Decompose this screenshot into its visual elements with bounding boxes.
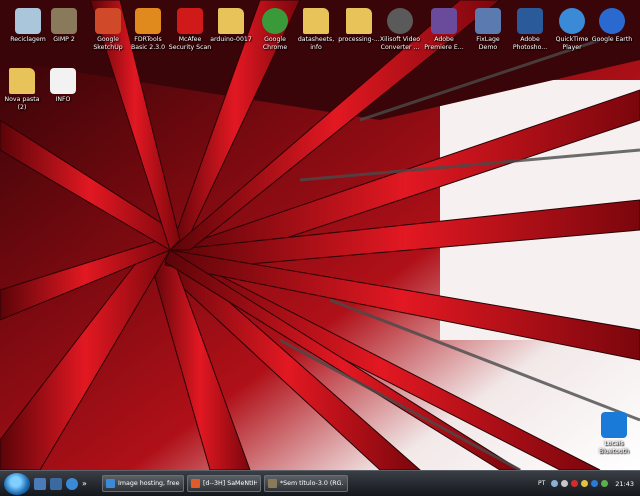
taskbar: » Image hosting, free ... [d--3H] SaMeNt… <box>0 470 640 496</box>
desktop-icon-label: Google Earth <box>591 36 633 43</box>
quicktime-icon <box>559 8 585 34</box>
desktop-icon-label: FDRTools Basic 2.3.0 <box>130 36 166 51</box>
fdrtools-icon <box>135 8 161 34</box>
desktop-wallpaper <box>0 0 640 470</box>
gimp-icon <box>268 479 277 488</box>
taskbar-button-browser[interactable]: Image hosting, free ... <box>102 475 184 492</box>
desktop-icon-label: INFO <box>55 96 71 103</box>
desktop-icon-label: Xilisoft Video Converter ... <box>379 36 421 51</box>
desktop-icon-label: Google SketchUp <box>93 36 123 51</box>
switch-windows-icon[interactable] <box>50 477 62 490</box>
folder-icon <box>346 8 372 34</box>
language-indicator[interactable]: PT <box>538 480 545 487</box>
photoshop-icon <box>517 8 543 34</box>
taskbar-button-messenger[interactable]: [d--3H] SaMeNtIHa [... <box>187 475 261 492</box>
antivirus-icon[interactable] <box>571 480 579 487</box>
more-quicklaunch-icon[interactable]: » <box>82 478 94 490</box>
google-earth-icon <box>599 8 625 34</box>
mcafee-icon <box>177 8 203 34</box>
desktop-icon-label: datasheets, info <box>297 36 335 51</box>
desktop-icon-label: Locais Bluetooth <box>598 440 630 455</box>
bluetooth-tray-icon[interactable] <box>591 480 599 487</box>
volume-icon[interactable] <box>561 480 569 487</box>
clock[interactable]: 21:43 <box>615 480 634 488</box>
folder-icon <box>303 8 329 34</box>
desktop-icon-label: FixLage Demo <box>476 36 500 51</box>
desktop-icon-label: arduino-0017 <box>210 36 252 43</box>
ie-icon <box>106 479 115 488</box>
chrome-icon <box>262 8 288 34</box>
folder-icon <box>9 68 35 94</box>
network-icon[interactable] <box>551 480 559 487</box>
sketchup-icon <box>95 8 121 34</box>
messenger-icon <box>191 479 200 488</box>
desktop-icon-label: GIMP 2 <box>53 36 75 43</box>
desktop-icon[interactable]: INFO <box>35 68 91 104</box>
show-desktop-icon[interactable] <box>34 477 46 490</box>
film-reel-icon <box>387 8 413 34</box>
premiere-icon <box>431 8 457 34</box>
start-button[interactable] <box>4 472 30 495</box>
desktop-icon[interactable]: Locais Bluetooth <box>586 412 640 455</box>
fixlage-icon <box>475 8 501 34</box>
desktop-icon[interactable]: Google Earth <box>584 8 640 44</box>
text-file-icon <box>50 68 76 94</box>
desktop-icon-label: Google Chrome <box>262 36 288 51</box>
power-icon[interactable] <box>601 480 609 487</box>
folder-icon <box>218 8 244 34</box>
taskbar-button-gimp[interactable]: *Sem título-3.0 (RG... <box>264 475 348 492</box>
desktop-icon-label: Adobe Premiere E... <box>424 36 464 51</box>
desktop-icon-label: Adobe Photosho... <box>512 36 548 51</box>
gimp-icon <box>51 8 77 34</box>
update-icon[interactable] <box>581 480 589 487</box>
system-tray: PT 21:43 <box>538 471 640 496</box>
bluetooth-icon <box>601 412 627 438</box>
ie-icon[interactable] <box>66 477 78 490</box>
